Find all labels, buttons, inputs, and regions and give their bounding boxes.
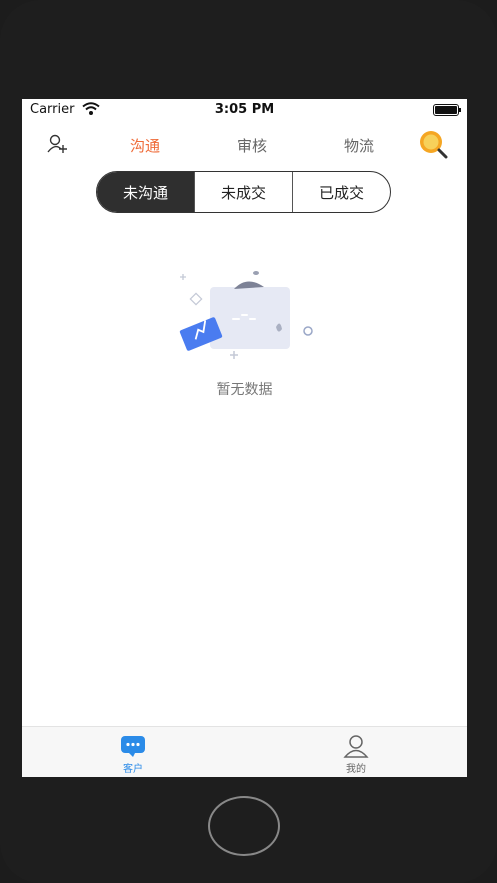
- tabbar-item-customers[interactable]: 客户: [103, 734, 163, 775]
- empty-data-illustration: [172, 267, 322, 367]
- segmented-control: 未沟通 未成交 已成交: [96, 171, 391, 213]
- segment-not-closed[interactable]: 未成交: [194, 172, 292, 212]
- person-icon: [343, 734, 369, 758]
- segment-closed[interactable]: 已成交: [292, 172, 390, 212]
- top-navigation: 沟通 审核 物流: [22, 129, 467, 161]
- status-bar: Carrier 3:05 PM: [22, 99, 467, 121]
- empty-state-text: 暂无数据: [216, 382, 273, 398]
- segment-not-contacted[interactable]: 未沟通: [97, 172, 194, 212]
- tab-logistics[interactable]: 物流: [344, 135, 374, 156]
- search-icon[interactable]: [416, 129, 450, 159]
- phone-frame: Carrier 3:05 PM 沟通 审核 物流 未沟通 未成交 已成交 暂无数…: [0, 0, 497, 883]
- home-button[interactable]: [208, 796, 280, 856]
- app-screen: Carrier 3:05 PM 沟通 审核 物流 未沟通 未成交 已成交 暂无数…: [22, 99, 467, 777]
- tabbar-label-mine: 我的: [346, 764, 366, 775]
- add-user-icon[interactable]: [46, 133, 68, 155]
- empty-state: 暂无数据: [22, 267, 467, 407]
- tab-communicate[interactable]: 沟通: [130, 135, 160, 156]
- tab-review[interactable]: 审核: [237, 135, 267, 156]
- chat-bubble-icon: [120, 734, 146, 758]
- bottom-tab-bar: 客户 我的: [22, 726, 467, 777]
- tabbar-label-customers: 客户: [123, 764, 143, 775]
- tabbar-item-mine[interactable]: 我的: [326, 734, 386, 775]
- clock-time: 3:05 PM: [214, 102, 275, 117]
- battery-icon: [433, 104, 461, 116]
